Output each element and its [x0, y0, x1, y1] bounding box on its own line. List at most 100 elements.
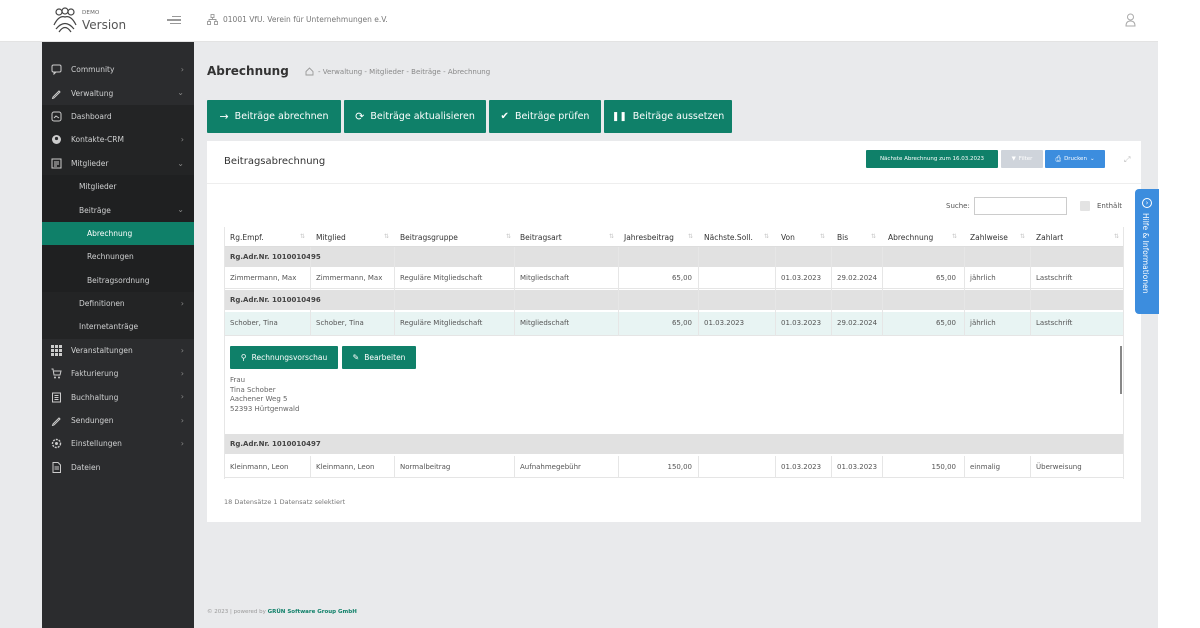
sidebar-item-dateien[interactable]: Dateien: [42, 456, 194, 479]
column-header[interactable]: Jahresbeitrag: [624, 233, 674, 242]
user-avatar-icon[interactable]: [1125, 13, 1136, 27]
column-divider: [394, 247, 395, 336]
sidebar-item-verwaltung[interactable]: Verwaltung ⌄: [42, 81, 194, 104]
cell: Schober, Tina: [230, 319, 278, 327]
column-divider: [775, 247, 776, 336]
column-header[interactable]: Rg.Empf.: [230, 233, 264, 242]
sort-icon[interactable]: ⇅: [952, 233, 957, 240]
column-header[interactable]: Beitragsart: [520, 233, 562, 242]
sort-icon[interactable]: ⇅: [820, 233, 825, 240]
sort-icon[interactable]: ⇅: [688, 233, 693, 240]
sort-icon[interactable]: ⇅: [871, 233, 876, 240]
sort-icon[interactable]: ⇅: [506, 233, 511, 240]
sidebar-item-veranstaltungen[interactable]: Veranstaltungen ›: [42, 339, 194, 362]
cell: 150,00: [667, 463, 693, 471]
column-header[interactable]: Nächste.Soll.: [704, 233, 753, 242]
button-label: Rechnungsvorschau: [251, 353, 328, 362]
sort-icon[interactable]: ⇅: [1020, 233, 1025, 240]
column-divider: [514, 247, 515, 336]
cell: jährlich: [970, 274, 996, 282]
footer-company-link[interactable]: GRÜN Software Group GmbH: [268, 609, 357, 615]
refresh-icon: ⟳: [355, 110, 365, 123]
button-label: Nächste Abrechnung zum 16.03.2023: [879, 156, 985, 162]
footer-copyright: © 2023 | powered by: [207, 609, 268, 615]
sidebar-item-label: Fakturierung: [71, 369, 119, 379]
column-header[interactable]: Abrechnung: [888, 233, 933, 242]
search-input[interactable]: [974, 197, 1067, 215]
table-row[interactable]: Kleinmann, Leon Kleinmann, Leon Normalbe…: [224, 456, 1124, 478]
beitraege-pruefen-button[interactable]: ✔ Beiträge prüfen: [489, 100, 601, 133]
table-row[interactable]: Zimmermann, Max Zimmermann, Max Reguläre…: [224, 267, 1124, 289]
group-row[interactable]: Rg.Adr.Nr. 1010010497: [224, 434, 1124, 454]
sort-icon[interactable]: ⇅: [1114, 233, 1119, 240]
sort-icon[interactable]: ⇅: [300, 233, 305, 240]
sidebar-item-mitglieder-list[interactable]: Mitglieder: [42, 174, 194, 199]
chevron-down-icon: ⌄: [177, 158, 184, 168]
org-tree-icon: [207, 14, 218, 25]
cell: Mitgliedschaft: [520, 319, 570, 327]
column-divider: [394, 456, 395, 478]
cell: jährlich: [970, 319, 996, 327]
invoice-preview-button[interactable]: ⚲ Rechnungsvorschau: [230, 346, 338, 369]
sidebar-item-internetantraege[interactable]: Internetanträge: [42, 315, 194, 339]
table-scrollbar[interactable]: [1120, 346, 1122, 394]
group-row[interactable]: Rg.Adr.Nr. 1010010496: [224, 290, 1124, 310]
sidebar-item-rechnungen[interactable]: Rechnungen: [42, 245, 194, 269]
column-header[interactable]: Zahlart: [1036, 233, 1063, 242]
column-header[interactable]: Beitragsgruppe: [400, 233, 458, 242]
table-row-selected[interactable]: Schober, Tina Schober, Tina Reguläre Mit…: [224, 312, 1124, 336]
sidebar-item-beitraege[interactable]: Beiträge ⌄: [42, 198, 194, 222]
sidebar-item-beitragsordnung[interactable]: Beitragsordnung: [42, 268, 194, 292]
breadcrumb-path[interactable]: - Verwaltung - Mitglieder - Beiträge - A…: [318, 68, 490, 76]
help-tab[interactable]: › Hilfe & Informationen: [1135, 189, 1159, 314]
sidebar-item-mitglieder[interactable]: Mitglieder ⌄: [42, 151, 194, 175]
sidebar-item-abrechnung[interactable]: Abrechnung: [42, 221, 194, 246]
sort-icon[interactable]: ⇅: [609, 233, 614, 240]
column-header[interactable]: Mitglied: [316, 233, 346, 242]
home-icon[interactable]: [305, 67, 314, 76]
sidebar-item-community[interactable]: Community ›: [42, 58, 194, 81]
sort-icon[interactable]: ⇅: [764, 233, 769, 240]
community-logo-icon[interactable]: [53, 7, 77, 33]
sidebar-item-buchhaltung[interactable]: Buchhaltung ›: [42, 385, 194, 408]
column-divider: [310, 456, 311, 478]
expand-icon[interactable]: ⤢: [1124, 155, 1130, 165]
cell: Zimmermann, Max: [230, 274, 297, 282]
column-divider: [831, 456, 832, 478]
cell: 01.03.2023: [837, 463, 878, 471]
record-count: 18 Datensätze 1 Datensatz selektiert: [224, 498, 346, 506]
chevron-right-icon: ›: [180, 415, 184, 425]
organization-label: 01001 VfU. Verein für Unternehmungen e.V…: [207, 14, 388, 25]
table-border: [224, 227, 225, 479]
chevron-right-icon: ›: [180, 439, 184, 449]
beitraege-aktualisieren-button[interactable]: ⟳ Beiträge aktualisieren: [344, 100, 486, 133]
filter-button[interactable]: ▼ Filter: [1001, 150, 1043, 168]
beitraege-abrechnen-button[interactable]: → Beiträge abrechnen: [207, 100, 341, 133]
brand-subtitle: DEMO: [82, 10, 100, 16]
chevron-right-icon: ›: [180, 369, 184, 379]
edit-icon: ✎: [352, 353, 360, 362]
cell: 01.03.2023: [781, 274, 822, 282]
group-row[interactable]: Rg.Adr.Nr. 1010010495: [224, 247, 1124, 267]
column-header[interactable]: Von: [781, 233, 795, 242]
beitraege-aussetzen-button[interactable]: ❚❚ Beiträge aussetzen: [604, 100, 732, 133]
column-divider: [964, 247, 965, 336]
print-button[interactable]: ⎙ Drucken ⌄: [1045, 150, 1105, 168]
column-header[interactable]: Bis: [837, 233, 848, 242]
contains-checkbox[interactable]: [1080, 201, 1090, 211]
menu-toggle-icon[interactable]: [167, 14, 181, 26]
sort-icon[interactable]: ⇅: [384, 233, 389, 240]
column-header[interactable]: Zahlweise: [970, 233, 1008, 242]
sidebar-item-einstellungen[interactable]: Einstellungen ›: [42, 432, 194, 455]
sidebar-item-label: Kontakte-CRM: [71, 135, 124, 145]
next-billing-button[interactable]: Nächste Abrechnung zum 16.03.2023: [866, 150, 998, 168]
sidebar-item-kontakte-crm[interactable]: Kontakte-CRM ›: [42, 128, 194, 152]
cell: Zimmermann, Max: [316, 274, 383, 282]
sidebar-item-label: Definitionen: [79, 299, 125, 309]
edit-button[interactable]: ✎ Bearbeiten: [342, 346, 416, 369]
chevron-right-icon: ›: [180, 298, 184, 308]
sidebar-item-fakturierung[interactable]: Fakturierung ›: [42, 362, 194, 385]
sidebar-item-dashboard[interactable]: Dashboard: [42, 104, 194, 129]
sidebar-item-sendungen[interactable]: Sendungen ›: [42, 409, 194, 432]
sidebar-item-definitionen[interactable]: Definitionen ›: [42, 291, 194, 316]
